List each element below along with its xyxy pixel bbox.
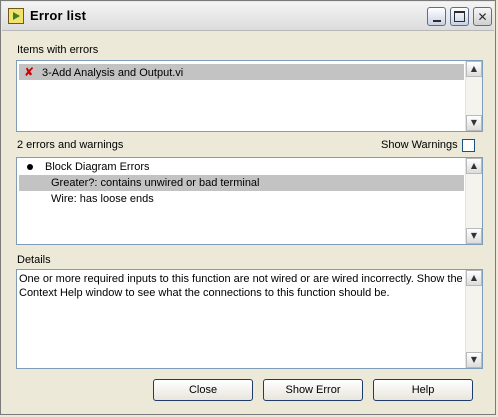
error-item-wire[interactable]: Wire: has loose ends [19,191,464,207]
show-error-button[interactable]: Show Error [263,379,363,401]
scroll-up-icon[interactable]: ▲ [466,61,482,77]
list-item-label: 3-Add Analysis and Output.vi [42,67,184,79]
show-warnings-label: Show Warnings [381,139,458,151]
items-scrollbar[interactable]: ▲ ▼ [465,61,482,131]
show-warnings-checkbox[interactable] [462,139,475,152]
errors-summary-label: 2 errors and warnings [17,139,124,151]
items-with-errors-label: Items with errors [17,44,99,56]
scroll-up-icon[interactable]: ▲ [466,270,482,286]
details-textbox[interactable]: One or more required inputs to this func… [16,269,483,369]
title-bar[interactable]: Error list ✕ [2,2,494,31]
error-list-window: Error list ✕ Items with errors ✘ 3-Add An… [0,0,496,415]
list-item-vi[interactable]: ✘ 3-Add Analysis and Output.vi [19,64,464,80]
error-x-icon: ✘ [23,65,35,79]
error-group-row[interactable]: Block Diagram Errors [19,159,464,175]
close-button[interactable]: Close [153,379,253,401]
error-item-label: Wire: has loose ends [51,193,154,205]
minimize-button[interactable] [427,7,446,26]
errors-list[interactable]: Block Diagram Errors Greater?: contains … [16,157,483,245]
scroll-down-icon[interactable]: ▼ [466,228,482,244]
labview-app-icon [8,8,24,24]
help-button[interactable]: Help [373,379,473,401]
maximize-button[interactable] [450,7,469,26]
scroll-down-icon[interactable]: ▼ [466,115,482,131]
close-icon: ✕ [477,9,488,24]
error-item-greater[interactable]: Greater?: contains unwired or bad termin… [19,175,464,191]
details-text: One or more required inputs to this func… [19,273,463,299]
errors-scrollbar[interactable]: ▲ ▼ [465,158,482,244]
bullet-icon [27,164,33,171]
details-label: Details [17,254,51,266]
window-title: Error list [30,8,87,23]
minimize-icon [432,19,441,22]
error-group-label: Block Diagram Errors [45,161,150,173]
details-scrollbar[interactable]: ▲ ▼ [465,270,482,368]
maximize-icon [454,11,465,22]
scroll-up-icon[interactable]: ▲ [466,158,482,174]
scroll-down-icon[interactable]: ▼ [466,352,482,368]
error-item-label: Greater?: contains unwired or bad termin… [51,177,260,189]
close-window-button[interactable]: ✕ [473,7,492,26]
items-with-errors-list[interactable]: ✘ 3-Add Analysis and Output.vi ▲ ▼ [16,60,483,132]
